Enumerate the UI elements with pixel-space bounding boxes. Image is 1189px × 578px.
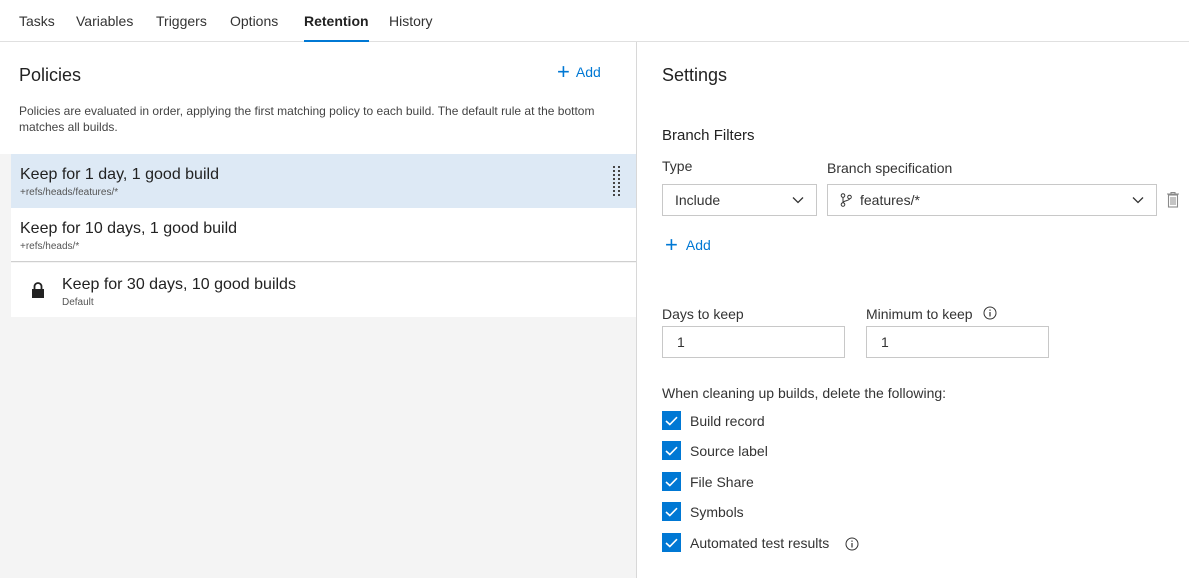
- checkbox[interactable]: [662, 502, 681, 521]
- add-policy-button[interactable]: + Add: [557, 59, 601, 84]
- tab-history[interactable]: History: [389, 13, 433, 42]
- checkbox-label: Symbols: [690, 503, 744, 520]
- checkbox-symbols[interactable]: Symbols: [662, 502, 744, 521]
- type-value: Include: [675, 192, 721, 208]
- type-label: Type: [662, 158, 693, 174]
- drag-handle-icon[interactable]: [612, 166, 622, 196]
- branch-spec-dropdown[interactable]: features/*: [827, 184, 1157, 216]
- checkbox-label: File Share: [690, 473, 754, 490]
- checkbox-file-share[interactable]: File Share: [662, 472, 754, 491]
- policy-title: Keep for 10 days, 1 good build: [20, 220, 238, 237]
- policies-title: Policies: [19, 65, 82, 85]
- checkmark-icon: [665, 416, 678, 426]
- plus-icon: +: [557, 59, 570, 84]
- policy-subtitle: Default: [62, 297, 94, 308]
- checkmark-icon: [665, 446, 678, 456]
- tab-options[interactable]: Options: [230, 13, 278, 42]
- add-policy-label: Add: [575, 64, 601, 80]
- checkbox[interactable]: [662, 441, 681, 460]
- info-icon[interactable]: [983, 306, 997, 320]
- checkbox-source-label[interactable]: Source label: [662, 441, 768, 460]
- chevron-down-icon: [1132, 197, 1144, 204]
- minimum-to-keep-label: Minimum to keep: [866, 306, 973, 322]
- branch-icon: [840, 193, 852, 207]
- policy-subtitle: +refs/heads/*: [20, 241, 80, 252]
- tab-variables[interactable]: Variables: [76, 13, 133, 42]
- checkmark-icon: [665, 507, 678, 517]
- days-to-keep-input[interactable]: 1: [662, 326, 845, 358]
- trash-icon[interactable]: [1166, 191, 1180, 208]
- checkbox-label: Source label: [690, 442, 768, 459]
- policy-item[interactable]: Keep for 10 days, 1 good build +refs/hea…: [11, 208, 636, 262]
- policy-item[interactable]: Keep for 1 day, 1 good build +refs/heads…: [11, 154, 636, 208]
- checkbox-build-record[interactable]: Build record: [662, 411, 765, 430]
- branch-filters-title: Branch Filters: [662, 127, 755, 144]
- checkbox-automated-test-results[interactable]: Automated test results: [662, 533, 829, 552]
- policies-panel: Policies + Add Policies are evaluated in…: [0, 42, 636, 578]
- branch-spec-value: features/*: [860, 192, 920, 208]
- branch-spec-label: Branch specification: [827, 160, 953, 176]
- checkbox[interactable]: [662, 472, 681, 491]
- checkbox[interactable]: [662, 533, 681, 552]
- policy-item-default[interactable]: Keep for 30 days, 10 good builds Default: [11, 263, 636, 317]
- policies-header: Policies + Add Policies are evaluated in…: [0, 42, 636, 154]
- info-icon[interactable]: [845, 537, 859, 551]
- policy-title: Keep for 1 day, 1 good build: [20, 166, 219, 183]
- tab-retention[interactable]: Retention: [304, 13, 369, 42]
- cleanup-label: When cleaning up builds, delete the foll…: [662, 385, 947, 401]
- checkmark-icon: [665, 538, 678, 548]
- chevron-down-icon: [792, 197, 804, 204]
- tab-bar: Tasks Variables Triggers Options Retenti…: [0, 0, 1189, 42]
- add-branch-filter-button[interactable]: + Add: [665, 232, 711, 257]
- checkbox[interactable]: [662, 411, 681, 430]
- policies-description: Policies are evaluated in order, applyin…: [19, 104, 595, 134]
- checkbox-label: Automated test results: [690, 534, 830, 551]
- settings-title: Settings: [662, 65, 728, 85]
- minimum-to-keep-input[interactable]: 1: [866, 326, 1049, 358]
- checkbox-label: Build record: [690, 412, 765, 429]
- type-dropdown[interactable]: Include: [662, 184, 817, 216]
- policy-title: Keep for 30 days, 10 good builds: [62, 276, 296, 293]
- tab-triggers[interactable]: Triggers: [156, 13, 207, 42]
- lock-icon: [32, 282, 44, 298]
- checkmark-icon: [665, 477, 678, 487]
- plus-icon: +: [665, 232, 678, 257]
- policy-subtitle: +refs/heads/features/*: [20, 187, 119, 198]
- tab-tasks[interactable]: Tasks: [19, 13, 55, 42]
- add-branch-filter-label: Add: [685, 237, 711, 253]
- days-to-keep-label: Days to keep: [662, 306, 744, 322]
- panel-divider[interactable]: [636, 42, 637, 578]
